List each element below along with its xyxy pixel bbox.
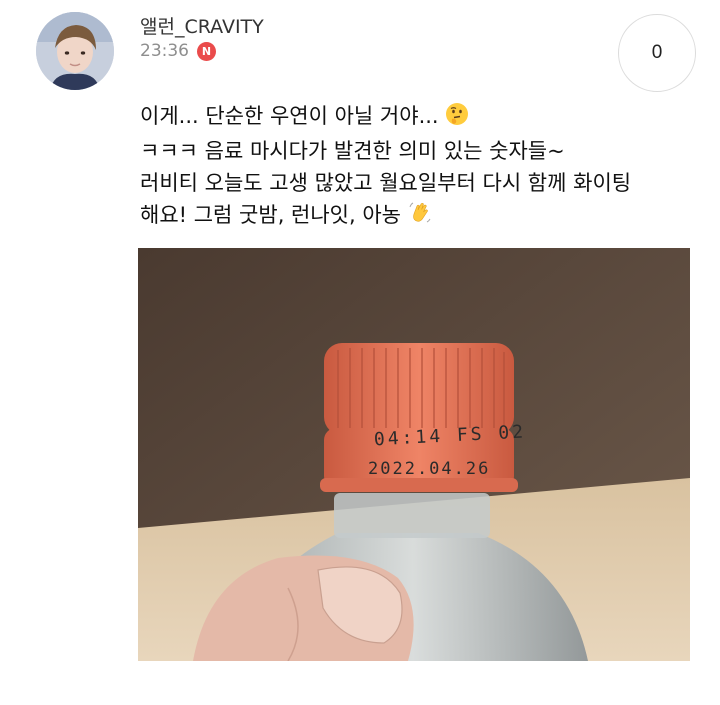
post-meta: 23:36 N xyxy=(140,41,216,61)
post-text: 이게... 단순한 우연이 아닐 거야... ㅋㅋㅋ 음료 마시다가 발견한 의… xyxy=(140,100,700,234)
author-name[interactable]: 앨런_CRAVITY xyxy=(140,12,264,39)
author-avatar[interactable] xyxy=(36,12,114,90)
post-photo[interactable]: 04:14 FS 02 2022.04.26 xyxy=(138,248,690,661)
post-text-line: 러비티 오늘도 고생 많았고 월요일부터 다시 함께 화이팅 xyxy=(140,171,632,195)
post-text-line: ㅋㅋㅋ 음료 마시다가 발견한 의미 있는 숫자들~ xyxy=(140,139,565,163)
post-text-line: 이게... 단순한 우연이 아닐 거야... xyxy=(140,100,700,135)
avatar-image xyxy=(36,12,114,90)
post-text-line: 해요! 그럼 굿밤, 런나잇, 아농 xyxy=(140,199,700,234)
thinking-face-icon xyxy=(445,102,469,135)
cap-print-date: 2022.04.26 xyxy=(368,459,490,479)
post-timestamp: 23:36 xyxy=(140,41,189,61)
reaction-count-button[interactable]: 0 xyxy=(618,14,696,92)
new-badge: N xyxy=(197,41,216,61)
waving-hand-icon xyxy=(408,201,432,234)
